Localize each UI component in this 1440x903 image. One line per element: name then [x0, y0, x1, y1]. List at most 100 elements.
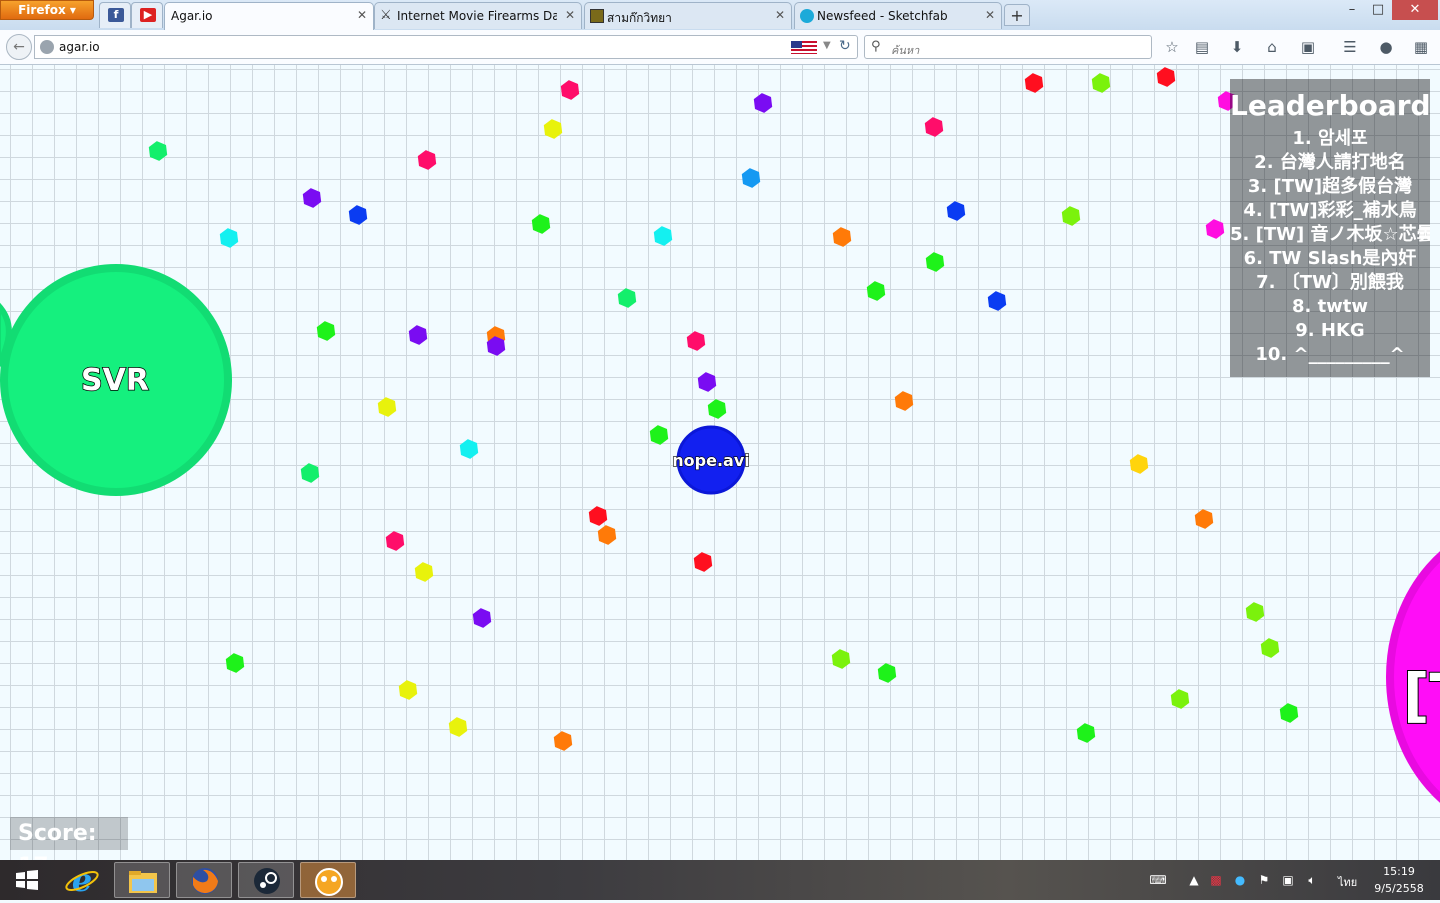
youtube-icon: ▶: [140, 8, 156, 22]
leaderboard-entry: 8. twtw: [1291, 296, 1369, 317]
tab-imfdb[interactable]: ⚔ Internet Movie Firearms Data... ✕: [374, 2, 582, 29]
sketchfab-icon: [800, 9, 814, 23]
food-pellet: [377, 397, 397, 417]
tray-globe-icon[interactable]: ●: [1232, 872, 1248, 888]
maximize-button[interactable]: □: [1362, 0, 1394, 20]
taskbar: e ⌨ ▲ ▩ ● ⚑ ▣ 🔈︎ ไทย 15:19 9/5/2558: [0, 860, 1440, 900]
leaderboard-entry: 6. TW Slash是內奸: [1243, 248, 1417, 269]
close-window-button[interactable]: ✕: [1392, 0, 1438, 20]
internet-explorer-icon[interactable]: e: [54, 861, 110, 899]
menu-icon[interactable]: ☰: [1340, 37, 1360, 57]
food-pellet: [560, 80, 580, 100]
firefox-menu-label: Firefox: [18, 3, 66, 17]
food-pellet: [1076, 723, 1096, 743]
url-text: agar.io: [59, 40, 100, 54]
globe-icon: [40, 40, 54, 54]
game-canvas[interactable]: SVR [T nope.avi Leaderboard 1. 암세포 2. 台灣…: [0, 65, 1440, 860]
leaderboard-title: Leaderboard: [1230, 89, 1430, 122]
leaderboard-entry: 1. 암세포: [1292, 128, 1368, 149]
food-pellet: [148, 141, 168, 161]
steam-icon[interactable]: [238, 862, 294, 898]
firefox-menu-button[interactable]: Firefox ▾: [0, 0, 94, 20]
crossed-guns-icon: ⚔: [380, 8, 392, 23]
game-field: SVR [T nope.avi: [0, 67, 1440, 803]
food-pellet: [472, 608, 492, 628]
food-pellet: [1245, 602, 1265, 622]
food-pellet: [385, 531, 405, 551]
pinned-tab-facebook[interactable]: f: [99, 2, 131, 28]
flag-notification-icon[interactable]: ⚑: [1256, 872, 1272, 888]
food-pellet: [946, 201, 966, 221]
screenshot-addon-icon[interactable]: ▣: [1298, 37, 1318, 57]
clock-date[interactable]: 9/5/2558: [1368, 882, 1430, 895]
search-bar[interactable]: ⚲ ค้นหา: [864, 35, 1152, 59]
score-display: Score: 17: [10, 817, 128, 860]
us-flag-icon[interactable]: [791, 41, 817, 54]
leaderboard-entry: 3. [TW]超多假台灣: [1247, 176, 1413, 197]
search-icon: ⚲: [871, 39, 881, 54]
tab-sketchfab[interactable]: Newsfeed - Sketchfab ✕: [794, 2, 1002, 29]
image-addon-icon[interactable]: ▦: [1411, 37, 1431, 57]
search-input[interactable]: ค้นหา: [891, 41, 919, 59]
pinned-tab-youtube[interactable]: ▶: [131, 2, 163, 28]
food-pellet: [448, 717, 468, 737]
player-cell-name: nope.avi: [672, 451, 749, 470]
food-pellet: [1170, 689, 1190, 709]
chevron-down-icon[interactable]: ▼: [823, 40, 831, 51]
input-language[interactable]: ไทย: [1338, 873, 1357, 891]
food-pellet: [300, 463, 320, 483]
system-tray: ⌨ ▲ ▩ ● ⚑ ▣ 🔈︎ ไทย 15:19 9/5/2558: [1140, 860, 1440, 900]
firefox-icon[interactable]: [176, 862, 232, 898]
food-pellet: [1156, 67, 1176, 87]
food-pellet: [1091, 73, 1111, 93]
keyboard-icon[interactable]: ⌨: [1144, 872, 1172, 888]
reading-list-icon[interactable]: ▤: [1192, 37, 1212, 57]
close-tab-icon[interactable]: ✕: [985, 8, 995, 22]
food-pellet: [1205, 219, 1225, 239]
gom-player-icon[interactable]: [300, 862, 356, 898]
download-icon[interactable]: ⬇: [1227, 37, 1247, 57]
food-pellet: [924, 117, 944, 137]
chevron-up-icon[interactable]: ▲: [1186, 872, 1202, 888]
leaderboard-entry: 7. 〔TW〕別餵我: [1256, 272, 1404, 293]
food-pellet: [649, 425, 669, 445]
home-icon[interactable]: ⌂: [1262, 37, 1282, 57]
food-pellet: [831, 649, 851, 669]
close-tab-icon[interactable]: ✕: [775, 8, 785, 22]
food-pellet: [686, 331, 706, 351]
food-pellet: [531, 214, 551, 234]
close-tab-icon[interactable]: ✕: [357, 8, 367, 22]
close-tab-icon[interactable]: ✕: [565, 8, 575, 22]
volume-icon[interactable]: 🔈︎: [1304, 872, 1320, 888]
back-button[interactable]: ←: [6, 34, 32, 60]
food-pellet: [417, 150, 437, 170]
food-pellet: [832, 227, 852, 247]
windows-start-icon[interactable]: [6, 864, 46, 896]
food-pellet: [459, 439, 479, 459]
food-pellet: [894, 391, 914, 411]
new-tab-button[interactable]: +: [1004, 4, 1030, 26]
food-pellet: [877, 663, 897, 683]
food-pellet: [302, 188, 322, 208]
network-icon[interactable]: ▣: [1280, 872, 1296, 888]
tab-agario[interactable]: Agar.io ✕: [164, 2, 374, 30]
leaderboard-entry: 2. 台灣人請打地名: [1254, 152, 1406, 173]
leaderboard-entry: 5. [TW] 音ノ木坂☆芯曇: [1230, 224, 1430, 245]
bookmark-star-icon[interactable]: ☆: [1162, 37, 1182, 57]
file-explorer-icon[interactable]: [114, 862, 170, 898]
title-bar: Firefox ▾ f ▶ Agar.io ✕ ⚔ Internet Movie…: [0, 0, 1440, 30]
food-pellet: [348, 205, 368, 225]
food-pellet: [1194, 509, 1214, 529]
leaderboard-entry: 10. ^_________^: [1255, 344, 1405, 365]
tab-label: Newsfeed - Sketchfab: [817, 9, 948, 23]
reload-icon[interactable]: ↻: [839, 38, 851, 54]
tab-samkok[interactable]: สามก๊กวิทยา ✕: [584, 2, 792, 29]
magenta-cell-name: [T: [1403, 661, 1440, 729]
tray-app-icon[interactable]: ▩: [1208, 872, 1224, 888]
food-pellet: [987, 291, 1007, 311]
food-pellet: [219, 228, 239, 248]
svr-cell-name: SVR: [81, 363, 149, 398]
url-bar[interactable]: agar.io ▼ ↻: [34, 35, 858, 59]
chat-icon[interactable]: ●: [1376, 37, 1396, 57]
clock-time[interactable]: 15:19: [1382, 865, 1416, 878]
